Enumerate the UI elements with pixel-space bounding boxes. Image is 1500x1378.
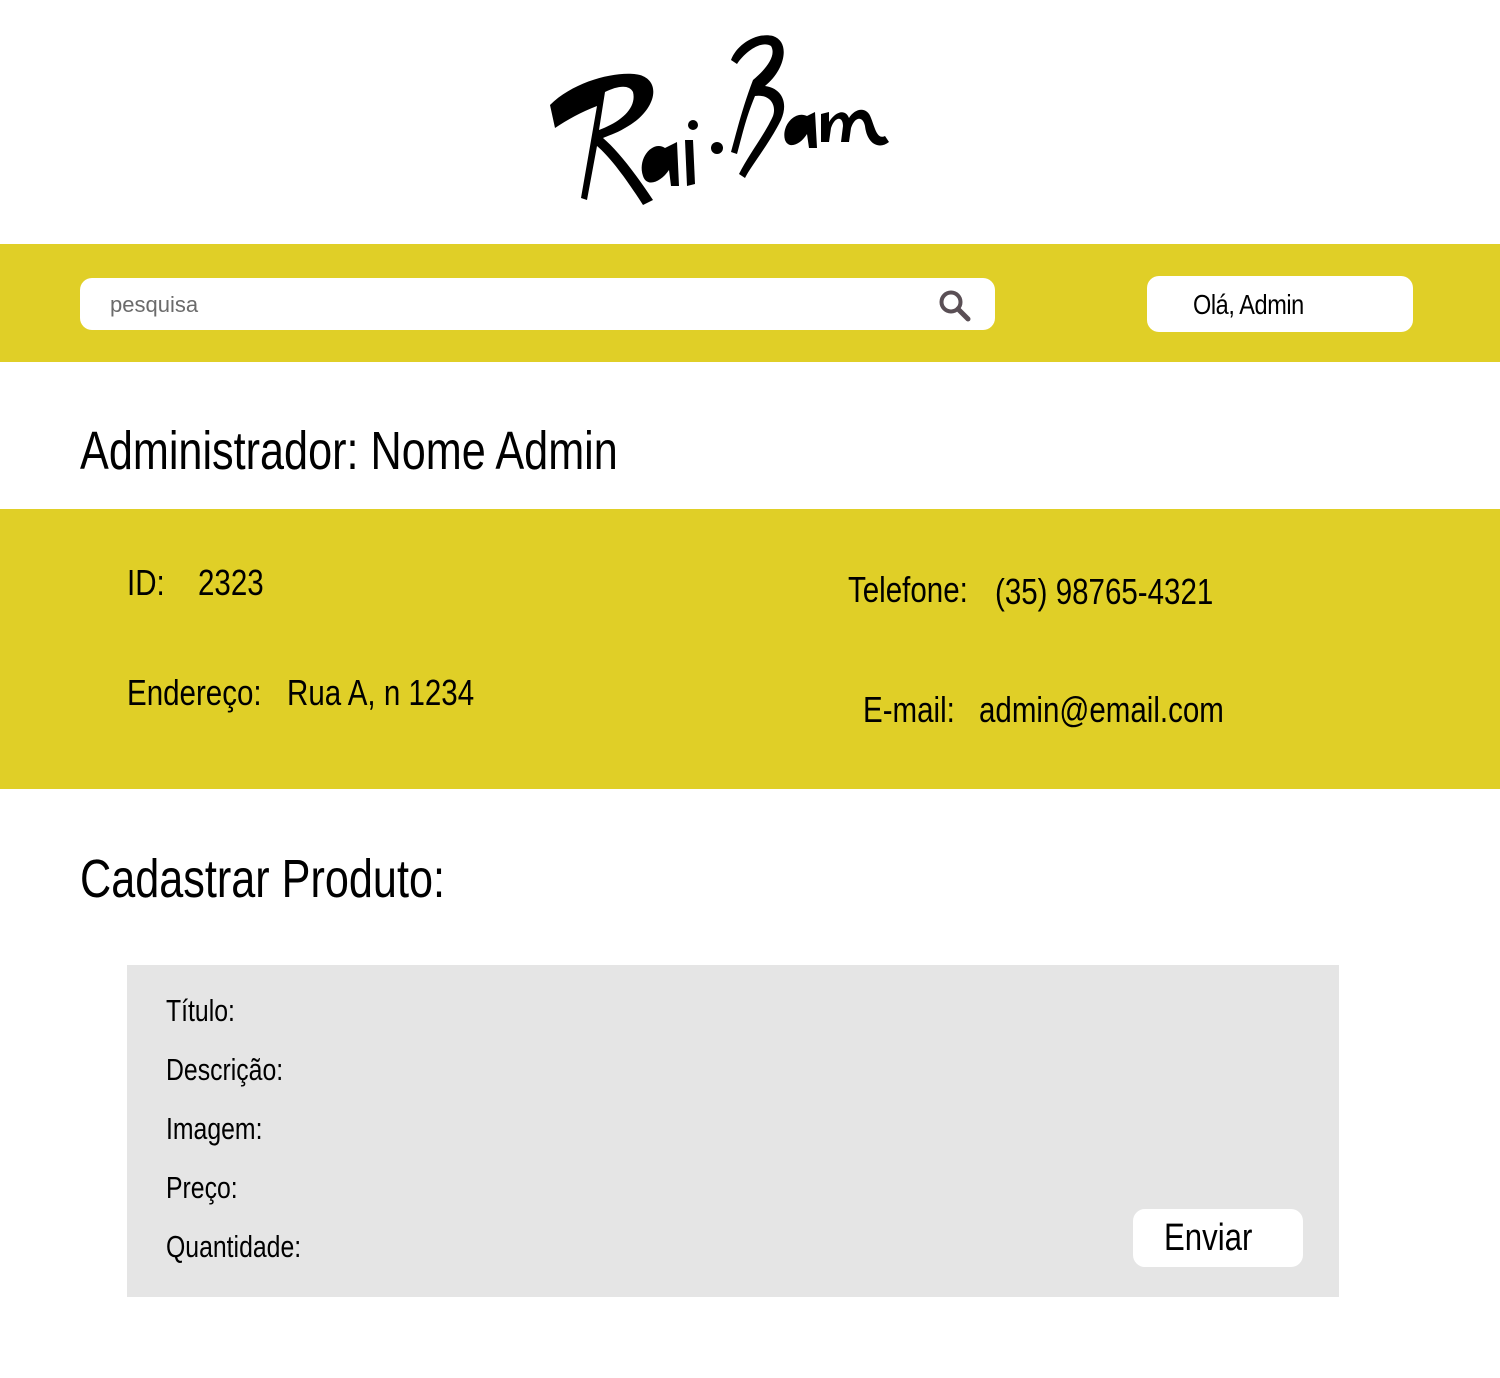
description-field-label: Descrição: — [166, 1052, 284, 1087]
email-label: E-mail: — [863, 689, 955, 730]
product-form-title: Cadastrar Produto: — [80, 849, 445, 909]
page-title: Administrador: Nome Admin — [80, 421, 618, 481]
search-bar — [80, 278, 995, 332]
title-field-label: Título: — [166, 993, 235, 1028]
search-input[interactable] — [108, 278, 932, 332]
address-value: Rua A, n 1234 — [287, 672, 475, 713]
user-greeting: Olá, Admin — [1193, 289, 1304, 320]
email-value: admin@email.com — [979, 689, 1224, 730]
submit-button-label: Enviar — [1164, 1217, 1253, 1259]
quantity-field-label: Quantidade: — [166, 1229, 302, 1264]
submit-button[interactable]: Enviar — [1133, 1209, 1303, 1267]
price-field-label: Preço: — [166, 1170, 238, 1205]
top-nav-bar: Olá, Admin — [0, 244, 1500, 362]
admin-info-panel: ID: 2323 Endereço: Rua A, n 1234 Telefon… — [0, 509, 1500, 789]
brand-logo[interactable] — [545, 30, 895, 210]
search-icon[interactable] — [937, 288, 973, 324]
id-label: ID: — [127, 562, 165, 603]
image-field-label: Imagem: — [166, 1111, 263, 1146]
phone-value: (35) 98765-4321 — [995, 571, 1214, 612]
phone-label: Telefone: — [848, 569, 968, 610]
user-greeting-button[interactable]: Olá, Admin — [1147, 276, 1413, 332]
address-label: Endereço: — [127, 672, 262, 713]
product-form: Título: Descrição: Imagem: Preço: Quanti… — [127, 965, 1339, 1297]
id-value: 2323 — [198, 562, 264, 603]
